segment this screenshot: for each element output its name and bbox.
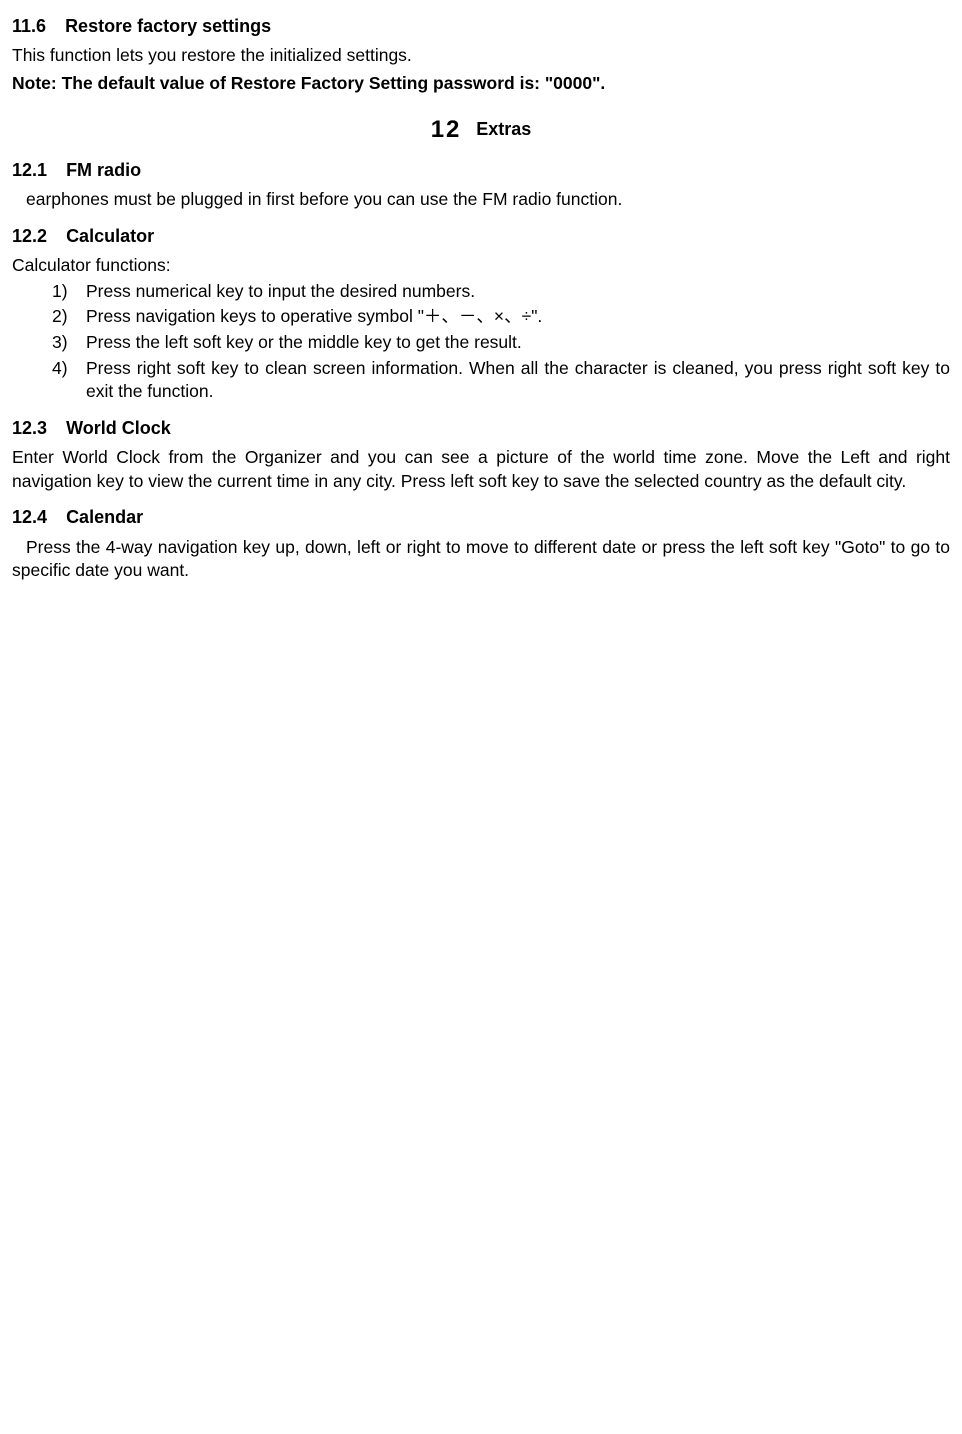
list-text: Press navigation keys to operative symbo… xyxy=(86,306,542,326)
heading-number: 12.1 xyxy=(12,158,47,182)
chapter-number: 12 xyxy=(431,116,462,143)
heading-12-4: 12.4 Calendar xyxy=(12,505,950,529)
heading-title: Calendar xyxy=(66,507,143,527)
heading-12-3: 12.3 World Clock xyxy=(12,416,950,440)
heading-12-2: 12.2 Calculator xyxy=(12,224,950,248)
list-text: Press the left soft key or the middle ke… xyxy=(86,332,522,352)
list-item: 2) Press navigation keys to operative sy… xyxy=(52,305,950,329)
list-item: 1) Press numerical key to input the desi… xyxy=(52,280,950,304)
heading-number: 12.3 xyxy=(12,416,47,440)
calculator-steps-list: 1) Press numerical key to input the desi… xyxy=(12,280,950,404)
paragraph: earphones must be plugged in first befor… xyxy=(12,188,950,212)
paragraph: Enter World Clock from the Organizer and… xyxy=(12,446,950,493)
heading-number: 12.4 xyxy=(12,505,47,529)
paragraph: Press the 4-way navigation key up, down,… xyxy=(12,536,950,583)
heading-title: Calculator xyxy=(66,226,154,246)
list-marker: 1) xyxy=(52,280,68,304)
list-marker: 3) xyxy=(52,331,68,355)
paragraph: This function lets you restore the initi… xyxy=(12,44,950,68)
list-item: 4) Press right soft key to clean screen … xyxy=(52,357,950,404)
heading-11-6: 11.6 Restore factory settings xyxy=(12,14,950,38)
chapter-title: Extras xyxy=(476,119,531,139)
heading-title: Restore factory settings xyxy=(65,16,271,36)
paragraph: Calculator functions: xyxy=(12,254,950,278)
heading-12-1: 12.1 FM radio xyxy=(12,158,950,182)
list-item: 3) Press the left soft key or the middle… xyxy=(52,331,950,355)
chapter-heading-12: 12 Extras xyxy=(12,114,950,146)
heading-title: World Clock xyxy=(66,418,171,438)
heading-number: 12.2 xyxy=(12,224,47,248)
list-marker: 2) xyxy=(52,305,68,329)
heading-number: 11.6 xyxy=(12,14,46,38)
paragraph-note: Note: The default value of Restore Facto… xyxy=(12,72,950,96)
list-marker: 4) xyxy=(52,357,68,381)
heading-title: FM radio xyxy=(66,160,141,180)
list-text: Press numerical key to input the desired… xyxy=(86,281,475,301)
list-text: Press right soft key to clean screen inf… xyxy=(86,358,950,402)
